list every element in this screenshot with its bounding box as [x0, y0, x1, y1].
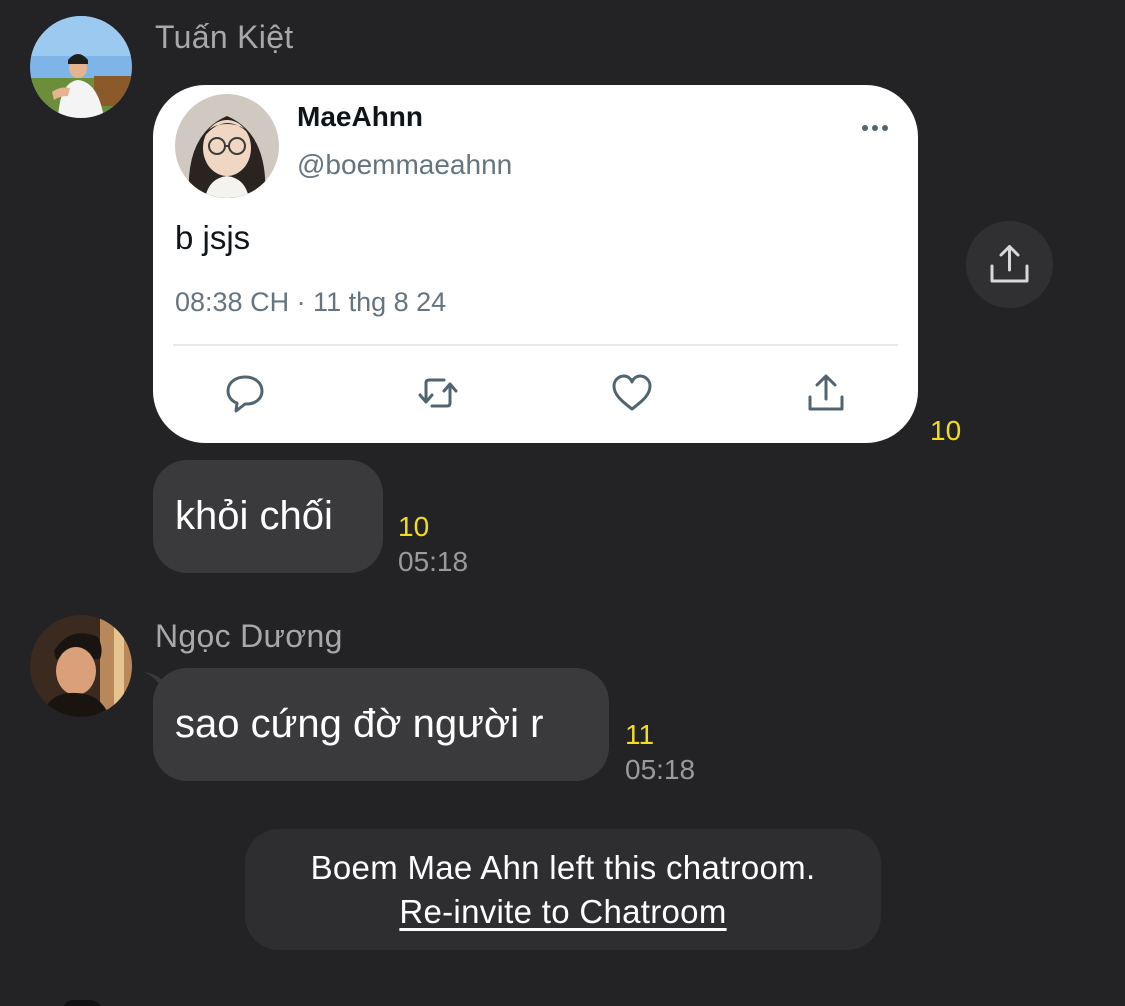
avatar-photo-icon: [30, 16, 132, 118]
share-upload-icon: [990, 245, 1029, 283]
share-icon[interactable]: [804, 371, 848, 415]
avatar-photo-icon: [175, 94, 279, 198]
tweet-handle[interactable]: @boemmaeahnn: [297, 149, 512, 181]
read-count: 10: [398, 511, 430, 542]
tweet-author-avatar[interactable]: [175, 94, 279, 198]
reply-icon[interactable]: [223, 371, 267, 415]
more-options-icon[interactable]: [857, 113, 893, 143]
tweet-divider: [173, 344, 898, 346]
tweet-display-name[interactable]: MaeAhnn: [297, 101, 423, 133]
chat-screen: Tuấn Kiệt MaeAhnn @boemmaeahnn b jsjs 08…: [0, 0, 1125, 1006]
sender-avatar-ngoc-duong[interactable]: [30, 615, 132, 717]
sender-name: Tuấn Kiệt: [155, 19, 294, 55]
message-bubble[interactable]: sao cứng đờ người r: [153, 668, 609, 781]
system-notice: Boem Mae Ahn left this chatroom. Re-invi…: [245, 829, 881, 950]
read-count: 10: [930, 415, 962, 446]
tweet-embed-card[interactable]: MaeAhnn @boemmaeahnn b jsjs 08:38 CH · 1…: [153, 85, 918, 443]
reinvite-link[interactable]: Re-invite to Chatroom: [245, 893, 881, 931]
message-text: sao cứng đờ người r: [175, 702, 544, 746]
share-upload-button[interactable]: [966, 221, 1053, 308]
message-time: 05:18: [625, 754, 696, 785]
tweet-text: b jsjs: [175, 219, 251, 256]
sender-name: Ngọc Dương: [155, 618, 343, 654]
message-text: khỏi chối: [175, 494, 333, 538]
message-bubble[interactable]: khỏi chối: [153, 460, 383, 573]
message-time: 05:18: [398, 546, 469, 577]
retweet-icon[interactable]: [416, 371, 460, 415]
sender-avatar-tuan-kiet[interactable]: [30, 16, 132, 118]
next-avatar-edge: [62, 1000, 102, 1006]
left-chatroom-notice: Boem Mae Ahn left this chatroom.: [310, 849, 816, 886]
read-count: 11: [625, 719, 655, 750]
like-icon[interactable]: [610, 371, 654, 415]
tweet-timestamp[interactable]: 08:38 CH · 11 thg 8 24: [175, 287, 446, 318]
avatar-photo-icon: [30, 615, 132, 717]
